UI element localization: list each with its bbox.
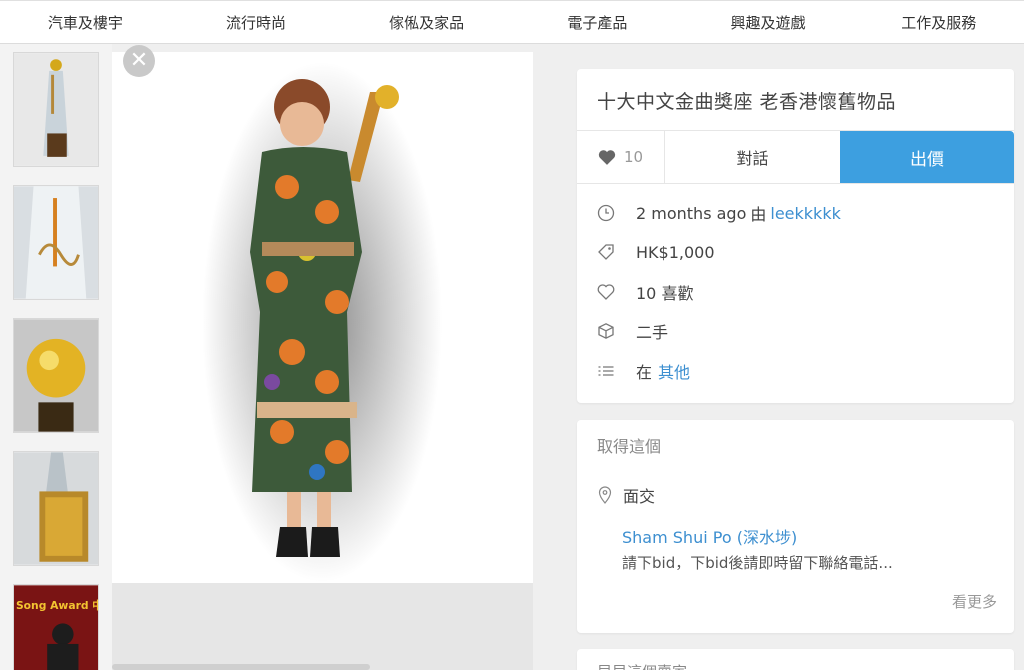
- nav-item-jobs-services[interactable]: 工作及服務: [853, 12, 1024, 33]
- price-value: HK$1,000: [636, 242, 715, 262]
- horizontal-scrollbar[interactable]: [112, 664, 370, 670]
- category-row: 在 其他: [597, 360, 690, 382]
- like-count: 10: [623, 148, 644, 166]
- thumbnail-strip: Song Award 中文金曲: [0, 44, 112, 670]
- map-pin-icon: [597, 486, 613, 504]
- close-icon[interactable]: ✕: [123, 45, 155, 77]
- condition-row: 二手: [597, 320, 668, 342]
- seller-link[interactable]: leekkkkk: [770, 204, 840, 223]
- category-nav: 汽車及樓宇 流行時尚 傢俬及家品 電子產品 興趣及遊戲 工作及服務: [0, 0, 1024, 44]
- listing-title: 十大中文金曲獎座 老香港懷舊物品: [597, 91, 897, 113]
- next-section-card: 早早這個賣家: [577, 649, 1014, 670]
- thumbnail-4[interactable]: [13, 451, 99, 566]
- clock-icon: [597, 204, 615, 222]
- meetup-row: 面交: [597, 483, 655, 507]
- posted-info-row: 2 months ago 由 leekkkkk: [597, 202, 841, 224]
- thumbnail-1[interactable]: [13, 52, 99, 167]
- list-icon: [597, 362, 615, 380]
- listing-action-bar: 10 對話 出價: [577, 130, 1014, 184]
- thumbnail-3[interactable]: [13, 318, 99, 433]
- category-link[interactable]: 其他: [658, 359, 690, 383]
- meetup-method: 面交: [623, 487, 656, 506]
- chat-button[interactable]: 對話: [665, 131, 840, 183]
- next-section-heading: 早早這個賣家: [597, 661, 687, 670]
- thumbnail-5[interactable]: Song Award 中文金曲: [13, 584, 99, 670]
- likes-row: 10 喜歡: [597, 281, 693, 303]
- category-prefix: 在: [636, 363, 653, 382]
- nav-item-electronics[interactable]: 電子產品: [512, 12, 683, 33]
- nav-item-vehicles-property[interactable]: 汽車及樓宇: [0, 12, 171, 33]
- likes-text: 10 喜歡: [636, 284, 694, 303]
- by-label: 由: [750, 205, 767, 224]
- see-more-link[interactable]: 看更多: [952, 591, 997, 612]
- delivery-card: 取得這個 面交 Sham Shui Po (深水埗) 請下bid，下bid後請即…: [577, 420, 1014, 633]
- award-ceremony-thumbnail-image: Song Award 中文金曲: [14, 585, 98, 670]
- thumbnail-2[interactable]: [13, 185, 99, 300]
- make-offer-button[interactable]: 出價: [840, 131, 1014, 183]
- trophy-closeup-thumbnail-image: [14, 186, 98, 299]
- price-row: HK$1,000: [597, 241, 715, 263]
- tag-icon: [597, 243, 615, 261]
- listing-details-card: 十大中文金曲獎座 老香港懷舊物品 10 對話 出價 2 months ago 由…: [577, 69, 1014, 403]
- condition-value: 二手: [636, 323, 669, 342]
- nav-item-furniture-home[interactable]: 傢俬及家品: [341, 12, 512, 33]
- meetup-location-link[interactable]: Sham Shui Po (深水埗): [622, 524, 797, 548]
- nav-item-fashion[interactable]: 流行時尚: [171, 12, 342, 33]
- trophy-thumbnail-image: [14, 53, 98, 166]
- photo-viewer-background: [112, 583, 533, 670]
- box-icon: [597, 322, 615, 340]
- delivery-heading: 取得這個: [597, 437, 662, 456]
- heart-icon: [598, 150, 616, 165]
- meetup-note: 請下bid，下bid後請即時留下聯絡電話...: [622, 554, 893, 572]
- gold-globe-thumbnail-image: [14, 319, 98, 432]
- singer-holding-trophy-image: [112, 52, 533, 583]
- trophy-base-thumbnail-image: [14, 452, 98, 565]
- heart-outline-icon: [597, 283, 615, 301]
- like-button[interactable]: 10: [577, 131, 665, 183]
- thumbnail-caption: Song Award 中文金曲: [16, 599, 98, 612]
- posted-time: 2 months ago: [636, 203, 747, 223]
- main-photo[interactable]: [112, 52, 533, 583]
- nav-item-hobbies-games[interactable]: 興趣及遊戲: [683, 12, 854, 33]
